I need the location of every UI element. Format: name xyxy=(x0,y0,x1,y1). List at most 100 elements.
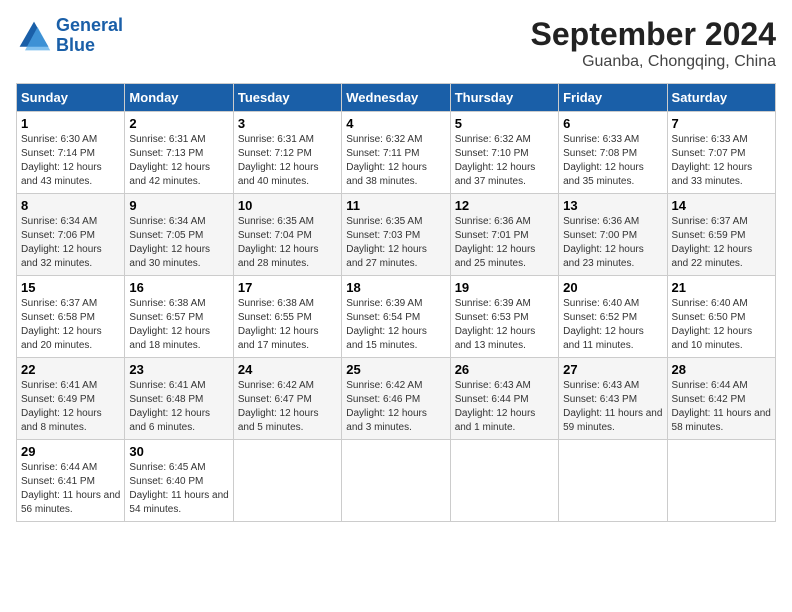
day-info: Sunrise: 6:38 AM Sunset: 6:57 PM Dayligh… xyxy=(129,297,228,353)
calendar-cell: 15 Sunrise: 6:37 AM Sunset: 6:58 PM Dayl… xyxy=(17,276,125,358)
logo-icon xyxy=(16,18,52,54)
day-number: 18 xyxy=(346,280,445,295)
day-info: Sunrise: 6:32 AM Sunset: 7:11 PM Dayligh… xyxy=(346,133,445,189)
calendar-cell: 10 Sunrise: 6:35 AM Sunset: 7:04 PM Dayl… xyxy=(233,194,341,276)
logo: General Blue xyxy=(16,16,123,56)
calendar-cell: 24 Sunrise: 6:42 AM Sunset: 6:47 PM Dayl… xyxy=(233,358,341,440)
calendar-week-row: 8 Sunrise: 6:34 AM Sunset: 7:06 PM Dayli… xyxy=(17,194,776,276)
weekday-header: Saturday xyxy=(667,84,775,112)
calendar-header-row: SundayMondayTuesdayWednesdayThursdayFrid… xyxy=(17,84,776,112)
day-info: Sunrise: 6:34 AM Sunset: 7:06 PM Dayligh… xyxy=(21,215,120,271)
day-info: Sunrise: 6:41 AM Sunset: 6:49 PM Dayligh… xyxy=(21,379,120,435)
calendar-cell xyxy=(667,440,775,522)
calendar-cell: 21 Sunrise: 6:40 AM Sunset: 6:50 PM Dayl… xyxy=(667,276,775,358)
weekday-header: Thursday xyxy=(450,84,558,112)
page-header: General Blue September 2024 Guanba, Chon… xyxy=(16,16,776,71)
calendar-cell xyxy=(450,440,558,522)
calendar-cell: 28 Sunrise: 6:44 AM Sunset: 6:42 PM Dayl… xyxy=(667,358,775,440)
day-number: 20 xyxy=(563,280,662,295)
day-number: 16 xyxy=(129,280,228,295)
day-info: Sunrise: 6:37 AM Sunset: 6:58 PM Dayligh… xyxy=(21,297,120,353)
day-info: Sunrise: 6:35 AM Sunset: 7:04 PM Dayligh… xyxy=(238,215,337,271)
day-info: Sunrise: 6:39 AM Sunset: 6:54 PM Dayligh… xyxy=(346,297,445,353)
day-number: 19 xyxy=(455,280,554,295)
calendar-cell: 6 Sunrise: 6:33 AM Sunset: 7:08 PM Dayli… xyxy=(559,112,667,194)
day-number: 25 xyxy=(346,362,445,377)
day-info: Sunrise: 6:33 AM Sunset: 7:08 PM Dayligh… xyxy=(563,133,662,189)
logo-text: General Blue xyxy=(56,16,123,56)
day-info: Sunrise: 6:30 AM Sunset: 7:14 PM Dayligh… xyxy=(21,133,120,189)
day-info: Sunrise: 6:33 AM Sunset: 7:07 PM Dayligh… xyxy=(672,133,771,189)
calendar-cell: 3 Sunrise: 6:31 AM Sunset: 7:12 PM Dayli… xyxy=(233,112,341,194)
month-title: September 2024 xyxy=(531,16,776,53)
calendar-cell: 23 Sunrise: 6:41 AM Sunset: 6:48 PM Dayl… xyxy=(125,358,233,440)
calendar-cell: 12 Sunrise: 6:36 AM Sunset: 7:01 PM Dayl… xyxy=(450,194,558,276)
calendar-cell: 25 Sunrise: 6:42 AM Sunset: 6:46 PM Dayl… xyxy=(342,358,450,440)
calendar-cell: 22 Sunrise: 6:41 AM Sunset: 6:49 PM Dayl… xyxy=(17,358,125,440)
day-info: Sunrise: 6:36 AM Sunset: 7:01 PM Dayligh… xyxy=(455,215,554,271)
day-number: 17 xyxy=(238,280,337,295)
day-number: 11 xyxy=(346,198,445,213)
day-number: 8 xyxy=(21,198,120,213)
day-info: Sunrise: 6:42 AM Sunset: 6:47 PM Dayligh… xyxy=(238,379,337,435)
calendar-cell: 13 Sunrise: 6:36 AM Sunset: 7:00 PM Dayl… xyxy=(559,194,667,276)
day-number: 6 xyxy=(563,116,662,131)
day-info: Sunrise: 6:38 AM Sunset: 6:55 PM Dayligh… xyxy=(238,297,337,353)
day-info: Sunrise: 6:45 AM Sunset: 6:40 PM Dayligh… xyxy=(129,461,228,517)
day-number: 3 xyxy=(238,116,337,131)
day-info: Sunrise: 6:40 AM Sunset: 6:50 PM Dayligh… xyxy=(672,297,771,353)
day-number: 21 xyxy=(672,280,771,295)
day-info: Sunrise: 6:44 AM Sunset: 6:42 PM Dayligh… xyxy=(672,379,771,435)
calendar-cell: 7 Sunrise: 6:33 AM Sunset: 7:07 PM Dayli… xyxy=(667,112,775,194)
calendar-cell xyxy=(233,440,341,522)
calendar-cell: 18 Sunrise: 6:39 AM Sunset: 6:54 PM Dayl… xyxy=(342,276,450,358)
calendar-week-row: 1 Sunrise: 6:30 AM Sunset: 7:14 PM Dayli… xyxy=(17,112,776,194)
calendar-cell: 29 Sunrise: 6:44 AM Sunset: 6:41 PM Dayl… xyxy=(17,440,125,522)
calendar-cell: 11 Sunrise: 6:35 AM Sunset: 7:03 PM Dayl… xyxy=(342,194,450,276)
calendar-cell: 8 Sunrise: 6:34 AM Sunset: 7:06 PM Dayli… xyxy=(17,194,125,276)
day-number: 29 xyxy=(21,444,120,459)
calendar-cell: 4 Sunrise: 6:32 AM Sunset: 7:11 PM Dayli… xyxy=(342,112,450,194)
calendar-cell xyxy=(342,440,450,522)
day-info: Sunrise: 6:32 AM Sunset: 7:10 PM Dayligh… xyxy=(455,133,554,189)
weekday-header: Friday xyxy=(559,84,667,112)
calendar-cell: 26 Sunrise: 6:43 AM Sunset: 6:44 PM Dayl… xyxy=(450,358,558,440)
calendar-week-row: 29 Sunrise: 6:44 AM Sunset: 6:41 PM Dayl… xyxy=(17,440,776,522)
calendar-cell: 1 Sunrise: 6:30 AM Sunset: 7:14 PM Dayli… xyxy=(17,112,125,194)
weekday-header: Sunday xyxy=(17,84,125,112)
calendar-week-row: 15 Sunrise: 6:37 AM Sunset: 6:58 PM Dayl… xyxy=(17,276,776,358)
day-number: 5 xyxy=(455,116,554,131)
day-info: Sunrise: 6:42 AM Sunset: 6:46 PM Dayligh… xyxy=(346,379,445,435)
day-info: Sunrise: 6:36 AM Sunset: 7:00 PM Dayligh… xyxy=(563,215,662,271)
weekday-header: Wednesday xyxy=(342,84,450,112)
day-number: 23 xyxy=(129,362,228,377)
day-number: 10 xyxy=(238,198,337,213)
calendar-cell: 27 Sunrise: 6:43 AM Sunset: 6:43 PM Dayl… xyxy=(559,358,667,440)
title-block: September 2024 Guanba, Chongqing, China xyxy=(531,16,776,71)
day-info: Sunrise: 6:37 AM Sunset: 6:59 PM Dayligh… xyxy=(672,215,771,271)
calendar-cell: 16 Sunrise: 6:38 AM Sunset: 6:57 PM Dayl… xyxy=(125,276,233,358)
day-number: 1 xyxy=(21,116,120,131)
calendar-cell: 19 Sunrise: 6:39 AM Sunset: 6:53 PM Dayl… xyxy=(450,276,558,358)
calendar-cell: 17 Sunrise: 6:38 AM Sunset: 6:55 PM Dayl… xyxy=(233,276,341,358)
day-number: 27 xyxy=(563,362,662,377)
day-info: Sunrise: 6:43 AM Sunset: 6:43 PM Dayligh… xyxy=(563,379,662,435)
day-info: Sunrise: 6:35 AM Sunset: 7:03 PM Dayligh… xyxy=(346,215,445,271)
calendar-cell: 30 Sunrise: 6:45 AM Sunset: 6:40 PM Dayl… xyxy=(125,440,233,522)
day-number: 22 xyxy=(21,362,120,377)
day-number: 26 xyxy=(455,362,554,377)
calendar-week-row: 22 Sunrise: 6:41 AM Sunset: 6:49 PM Dayl… xyxy=(17,358,776,440)
day-info: Sunrise: 6:43 AM Sunset: 6:44 PM Dayligh… xyxy=(455,379,554,435)
day-number: 2 xyxy=(129,116,228,131)
day-number: 7 xyxy=(672,116,771,131)
day-info: Sunrise: 6:34 AM Sunset: 7:05 PM Dayligh… xyxy=(129,215,228,271)
day-number: 4 xyxy=(346,116,445,131)
calendar-cell xyxy=(559,440,667,522)
day-number: 28 xyxy=(672,362,771,377)
calendar-cell: 2 Sunrise: 6:31 AM Sunset: 7:13 PM Dayli… xyxy=(125,112,233,194)
calendar-table: SundayMondayTuesdayWednesdayThursdayFrid… xyxy=(16,83,776,522)
day-number: 15 xyxy=(21,280,120,295)
day-number: 13 xyxy=(563,198,662,213)
day-number: 14 xyxy=(672,198,771,213)
day-info: Sunrise: 6:40 AM Sunset: 6:52 PM Dayligh… xyxy=(563,297,662,353)
